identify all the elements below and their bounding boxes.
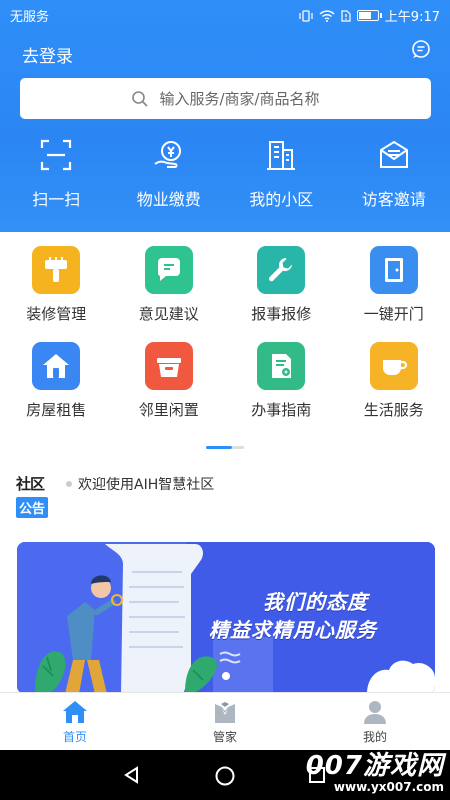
battery-icon [356, 10, 382, 21]
service-grid: 装修管理 意见建议 报事报修 一键开门 房屋租售 邻里闲置 办事指南 生活服务 [0, 246, 450, 438]
service-label: 一键开门 [363, 305, 424, 323]
quick-action-payment[interactable]: 物业缴费 [113, 138, 226, 210]
quick-action-community[interactable]: 我的小区 [225, 138, 338, 210]
chat-icon[interactable] [410, 38, 432, 60]
community-notice[interactable]: 社区 公告 欢迎使用AIH智慧社区 [16, 474, 436, 520]
home-icon [63, 701, 87, 723]
service-label: 装修管理 [26, 305, 87, 323]
house-icon [43, 354, 70, 378]
bullet-icon [66, 481, 72, 487]
search-icon [132, 90, 149, 107]
guide-icon [272, 354, 292, 378]
login-link[interactable]: 去登录 [22, 42, 73, 67]
notice-message[interactable]: 欢迎使用AIH智慧社区 [66, 474, 214, 494]
quick-actions: 扫一扫 物业缴费 我的小区 访客邀请 [0, 138, 450, 210]
service-door[interactable]: 一键开门 [338, 246, 450, 342]
banner-subtitle: 精益求精用心服务 [209, 618, 377, 642]
service-life[interactable]: 生活服务 [338, 342, 450, 438]
service-label: 意见建议 [138, 305, 199, 323]
scan-icon [41, 139, 72, 171]
service-row: 装修管理 意见建议 报事报修 一键开门 [0, 246, 450, 342]
service-label: 报事报修 [251, 305, 312, 323]
search-placeholder: 输入服务/商家/商品名称 [159, 90, 320, 108]
service-row: 房屋租售 邻里闲置 办事指南 生活服务 [0, 342, 450, 438]
bottom-tab-bar: 首页 管家 我的 [0, 692, 450, 750]
service-tile [144, 342, 193, 390]
banner-title: 我们的态度 [263, 590, 368, 614]
quick-action-label: 物业缴费 [136, 190, 201, 209]
header-area: 无服务 上午9:17 去登录 输入服务/商家/商品名称 扫一扫 物业缴费 我的小… [0, 0, 450, 232]
service-secondhand[interactable]: 邻里闲置 [113, 342, 226, 438]
promo-banner[interactable]: 我们的态度 精益求精用心服务 [17, 542, 435, 694]
community-icon [267, 141, 296, 170]
quick-action-label: 扫一扫 [32, 190, 81, 209]
service-repair[interactable]: 报事报修 [225, 246, 338, 342]
home-nav-icon[interactable] [214, 765, 236, 787]
message-icon [157, 258, 180, 281]
watermark-url: www.yx007.com [333, 780, 444, 794]
tab-home[interactable]: 首页 [0, 693, 150, 750]
service-housing[interactable]: 房屋租售 [0, 342, 113, 438]
door-icon [384, 258, 403, 282]
page-dot [232, 446, 244, 449]
service-tile [32, 246, 81, 294]
service-guide[interactable]: 办事指南 [225, 342, 338, 438]
app-screen: 无服务 上午9:17 去登录 输入服务/商家/商品名称 扫一扫 物业缴费 我的小… [0, 0, 450, 800]
quick-action-label: 访客邀请 [361, 190, 426, 209]
watermark-brand: 007游戏网 [305, 751, 444, 781]
back-icon[interactable] [122, 765, 142, 785]
quick-action-scan[interactable]: 扫一扫 [0, 138, 113, 210]
quick-action-visitor[interactable]: 访客邀请 [338, 138, 450, 210]
clock-text: 上午9:17 [384, 10, 440, 25]
service-renovation[interactable]: 装修管理 [0, 246, 113, 342]
carrier-text: 无服务 [10, 10, 50, 25]
brush-icon [45, 257, 68, 282]
watermark: 007游戏网 www.yx007.com [306, 752, 444, 794]
service-feedback[interactable]: 意见建议 [113, 246, 226, 342]
notice-logo-top: 社区 [16, 475, 45, 493]
service-label: 办事指南 [251, 401, 312, 419]
service-tile [257, 246, 306, 294]
tab-butler[interactable]: 管家 [150, 693, 300, 750]
status-bar: 无服务 上午9:17 [0, 0, 450, 30]
notice-text: 欢迎使用AIH智慧社区 [78, 477, 215, 493]
page-indicator [206, 446, 244, 449]
search-input[interactable]: 输入服务/商家/商品名称 [20, 78, 431, 119]
butler-icon [215, 702, 235, 723]
tab-label: 管家 [212, 730, 237, 744]
payment-icon [154, 141, 181, 168]
service-tile [257, 342, 306, 390]
service-label: 邻里闲置 [138, 401, 199, 419]
wifi-icon [319, 9, 335, 22]
service-label: 房屋租售 [26, 401, 87, 419]
page-dot-active [206, 446, 232, 449]
service-tile [369, 342, 418, 390]
service-label: 生活服务 [363, 401, 424, 419]
cup-icon [382, 360, 407, 375]
wrench-icon [269, 258, 293, 282]
notice-logo: 社区 公告 [16, 474, 58, 518]
sim-icon [341, 9, 351, 22]
vibrate-icon [299, 9, 313, 22]
tab-label: 我的 [362, 730, 387, 744]
service-tile [369, 246, 418, 294]
status-icons: 上午9:17 [299, 6, 440, 25]
notice-logo-bottom: 公告 [16, 497, 49, 518]
basket-icon [156, 358, 181, 377]
mail-icon [379, 140, 408, 168]
tab-profile[interactable]: 我的 [300, 693, 450, 750]
service-tile [32, 342, 81, 390]
profile-icon [364, 701, 386, 724]
service-tile [144, 246, 193, 294]
quick-action-label: 我的小区 [249, 190, 314, 209]
tab-label: 首页 [62, 730, 87, 744]
